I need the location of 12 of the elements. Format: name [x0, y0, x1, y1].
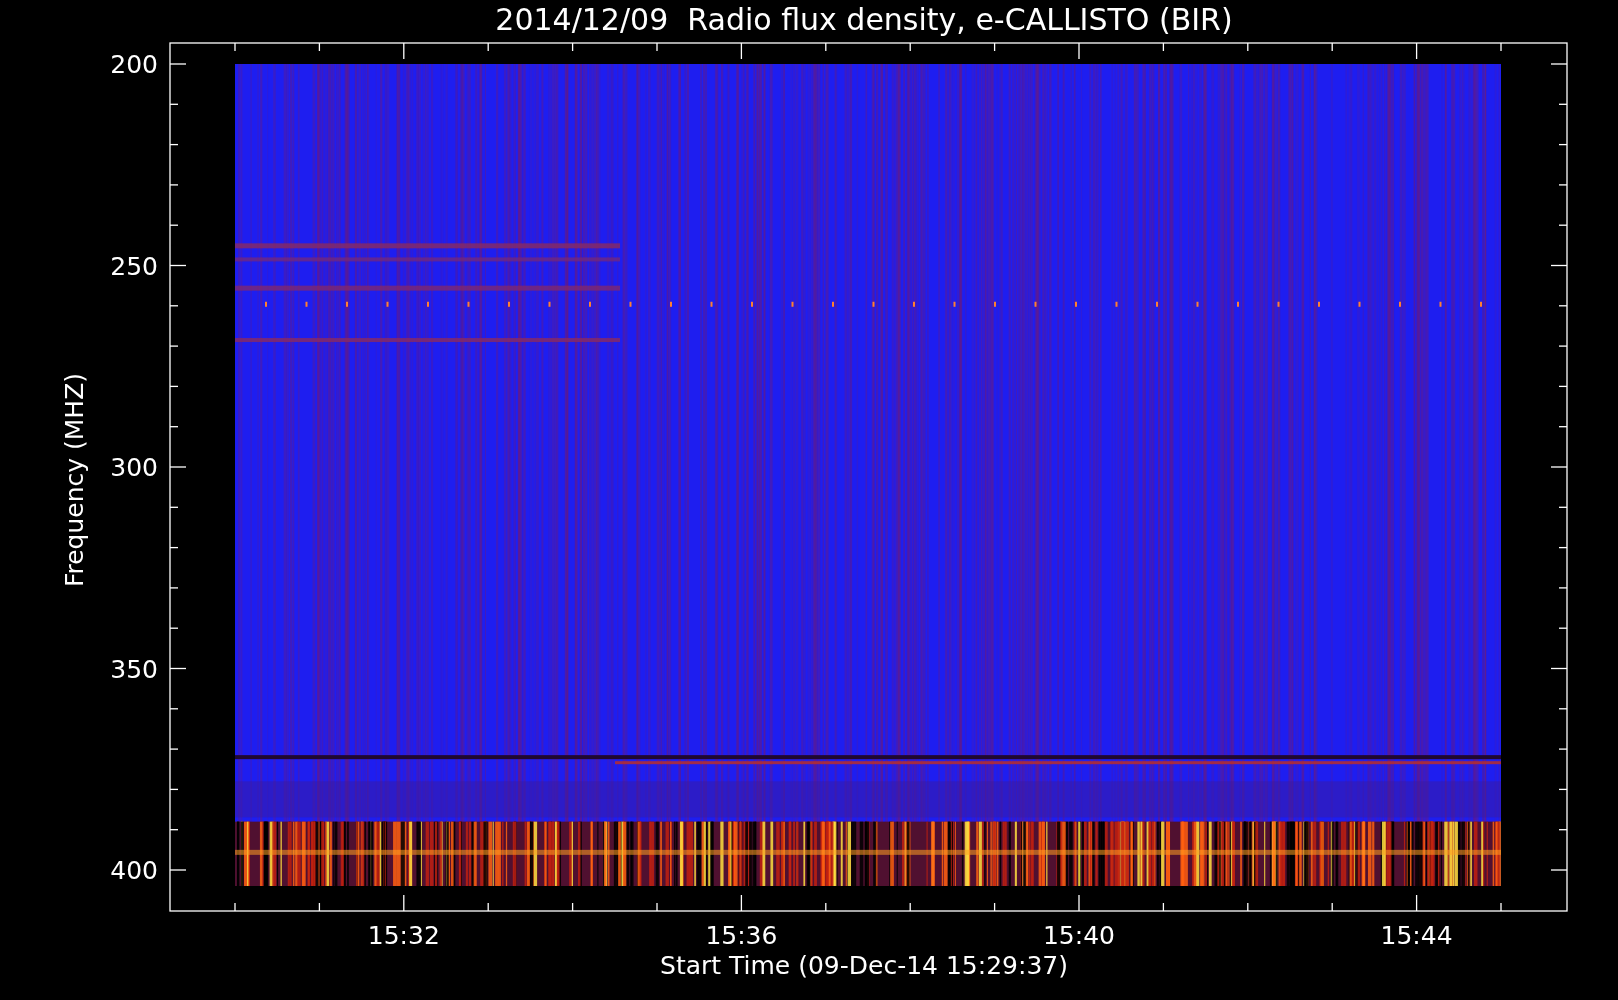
axis-tick-label: 200: [110, 50, 158, 79]
axis-title: Frequency (MHZ): [60, 372, 89, 588]
axis-tick-label: 400: [110, 856, 158, 885]
axis-title: Start Time (09-Dec-14 15:29:37): [660, 951, 1068, 980]
axis-tick-label: 15:32: [367, 921, 440, 950]
axis-tick-label: 250: [110, 251, 158, 281]
axis-tick-label: 350: [110, 654, 158, 684]
axis-tick-label: 15:44: [1380, 921, 1453, 950]
plot-title: 2014/12/09 Radio flux density, e-CALLISTO (BIR): [495, 2, 1233, 37]
axis-tick-label: 300: [110, 453, 158, 482]
axis-tick-label: 15:36: [705, 921, 778, 950]
axis-tick-label: 15:40: [1043, 921, 1115, 950]
